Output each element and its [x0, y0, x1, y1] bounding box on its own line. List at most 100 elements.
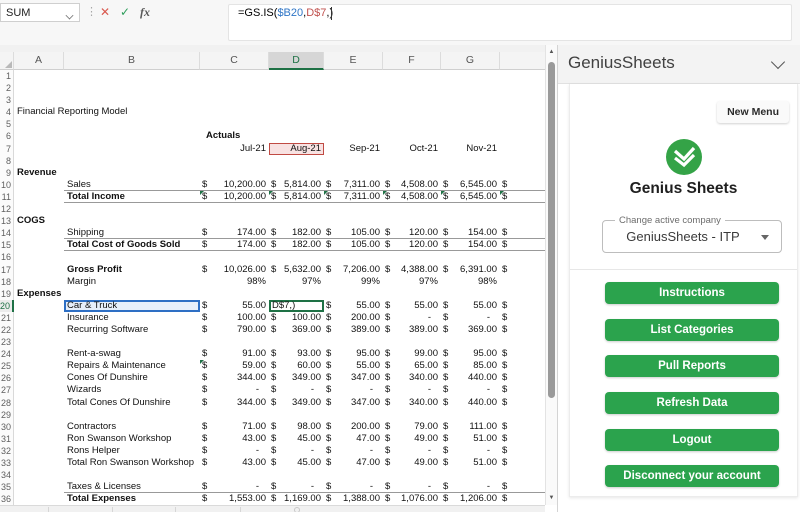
col-header-F[interactable]: F	[383, 52, 441, 70]
cell-D11[interactable]: $5,814.00	[269, 191, 324, 203]
row-header-5[interactable]: 5	[0, 118, 14, 130]
cell-D6[interactable]	[269, 130, 324, 142]
col-header-H[interactable]	[500, 52, 545, 70]
cell-D9[interactable]	[269, 167, 324, 179]
cell-B35[interactable]: Taxes & Licenses	[64, 481, 200, 493]
cell-G22[interactable]: $369.00	[441, 324, 500, 336]
cell-C26[interactable]: $344.00	[200, 372, 269, 384]
row-header-30[interactable]: 30	[0, 421, 14, 433]
cell-G32[interactable]: $-	[441, 445, 500, 457]
cell-H31[interactable]: $	[500, 433, 545, 445]
cell-B31[interactable]: Ron Swanson Workshop	[64, 433, 200, 445]
name-box[interactable]: SUM	[0, 3, 80, 22]
cell-D34[interactable]	[269, 469, 324, 481]
cell-E12[interactable]	[324, 203, 383, 215]
cell-E4[interactable]	[324, 106, 383, 118]
row-header-4[interactable]: 4	[0, 106, 14, 118]
cell-G15[interactable]: $154.00	[441, 239, 500, 251]
cell-E24[interactable]: $95.00	[324, 348, 383, 360]
row-header-31[interactable]: 31	[0, 433, 14, 445]
cell-C22[interactable]: $790.00	[200, 324, 269, 336]
cell-H18[interactable]	[500, 276, 545, 288]
cell-C12[interactable]	[200, 203, 269, 215]
cell-D15[interactable]: $182.00	[269, 239, 324, 251]
cell-F34[interactable]	[383, 469, 441, 481]
cell-B20[interactable]: Car & Truck	[64, 300, 200, 312]
col-header-E[interactable]: E	[324, 52, 383, 70]
cell-E7[interactable]: Sep-21	[324, 143, 383, 155]
cell-E3[interactable]	[324, 94, 383, 106]
cell-A7[interactable]	[14, 143, 64, 155]
col-header-A[interactable]: A	[14, 52, 64, 70]
cell-G20[interactable]: $55.00	[441, 300, 500, 312]
cell-B5[interactable]	[64, 118, 200, 130]
cell-E20[interactable]: $55.00	[324, 300, 383, 312]
cell-B6[interactable]	[64, 130, 200, 142]
row-header-12[interactable]: 12	[0, 203, 14, 215]
cell-D23[interactable]	[269, 336, 324, 348]
cell-B15[interactable]: Total Cost of Goods Sold	[64, 239, 200, 251]
cell-G10[interactable]: $6,545.00	[441, 179, 500, 191]
cell-A24[interactable]	[14, 348, 64, 360]
cell-D8[interactable]	[269, 155, 324, 167]
cell-E11[interactable]: $7,311.00	[324, 191, 383, 203]
cell-G29[interactable]	[441, 409, 500, 421]
cell-D25[interactable]: $60.00	[269, 360, 324, 372]
scroll-down-icon[interactable]: ▼	[546, 495, 557, 501]
chevron-down-icon[interactable]	[771, 55, 785, 69]
cell-E22[interactable]: $389.00	[324, 324, 383, 336]
cell-E13[interactable]	[324, 215, 383, 227]
cell-H21[interactable]: $	[500, 312, 545, 324]
cell-E19[interactable]	[324, 288, 383, 300]
cell-F13[interactable]	[383, 215, 441, 227]
name-box-caret-icon[interactable]	[66, 12, 74, 20]
cell-B25[interactable]: Repairs & Maintenance	[64, 360, 200, 372]
cell-E36[interactable]: $1,388.00	[324, 493, 383, 505]
row-header-21[interactable]: 21	[0, 312, 14, 324]
cell-H35[interactable]: $	[500, 481, 545, 493]
cell-G31[interactable]: $51.00	[441, 433, 500, 445]
cell-B13[interactable]	[64, 215, 200, 227]
cell-G28[interactable]: $440.00	[441, 397, 500, 409]
cell-D29[interactable]	[269, 409, 324, 421]
cell-H14[interactable]: $	[500, 227, 545, 239]
cell-E33[interactable]: $47.00	[324, 457, 383, 469]
cell-A35[interactable]	[14, 481, 64, 493]
cell-H36[interactable]: $	[500, 493, 545, 505]
cell-H8[interactable]	[500, 155, 545, 167]
cell-H7[interactable]	[500, 143, 545, 155]
cell-H5[interactable]	[500, 118, 545, 130]
cell-C6[interactable]: Actuals	[200, 130, 269, 142]
cell-E23[interactable]	[324, 336, 383, 348]
disconnect-your-account-button[interactable]: Disconnect your account	[605, 465, 779, 487]
scroll-up-icon[interactable]: ▲	[546, 49, 557, 55]
cell-H34[interactable]	[500, 469, 545, 481]
cell-F27[interactable]: $-	[383, 384, 441, 396]
cell-E29[interactable]	[324, 409, 383, 421]
cell-C27[interactable]: $-	[200, 384, 269, 396]
cell-H27[interactable]: $	[500, 384, 545, 396]
cell-B33[interactable]: Total Ron Swanson Workshop	[64, 457, 200, 469]
cell-B34[interactable]	[64, 469, 200, 481]
cell-H32[interactable]: $	[500, 445, 545, 457]
cell-B28[interactable]: Total Cones Of Dunshire	[64, 397, 200, 409]
cell-G24[interactable]: $95.00	[441, 348, 500, 360]
cell-F18[interactable]: 97%	[383, 276, 441, 288]
cell-H29[interactable]	[500, 409, 545, 421]
row-header-22[interactable]: 22	[0, 324, 14, 336]
select-all-corner[interactable]	[0, 52, 14, 70]
cell-G12[interactable]	[441, 203, 500, 215]
cell-F2[interactable]	[383, 82, 441, 94]
confirm-icon[interactable]: ✓	[117, 3, 133, 22]
cell-F20[interactable]: $55.00	[383, 300, 441, 312]
cell-F11[interactable]: $4,508.00	[383, 191, 441, 203]
cell-B24[interactable]: Rent-a-swag	[64, 348, 200, 360]
cell-D14[interactable]: $182.00	[269, 227, 324, 239]
cell-G30[interactable]: $111.00	[441, 421, 500, 433]
cell-C7[interactable]: Jul-21	[200, 143, 269, 155]
cell-D27[interactable]: $-	[269, 384, 324, 396]
cell-G11[interactable]: $6,545.00	[441, 191, 500, 203]
cell-D13[interactable]	[269, 215, 324, 227]
row-header-8[interactable]: 8	[0, 155, 14, 167]
cell-D1[interactable]	[269, 70, 324, 82]
